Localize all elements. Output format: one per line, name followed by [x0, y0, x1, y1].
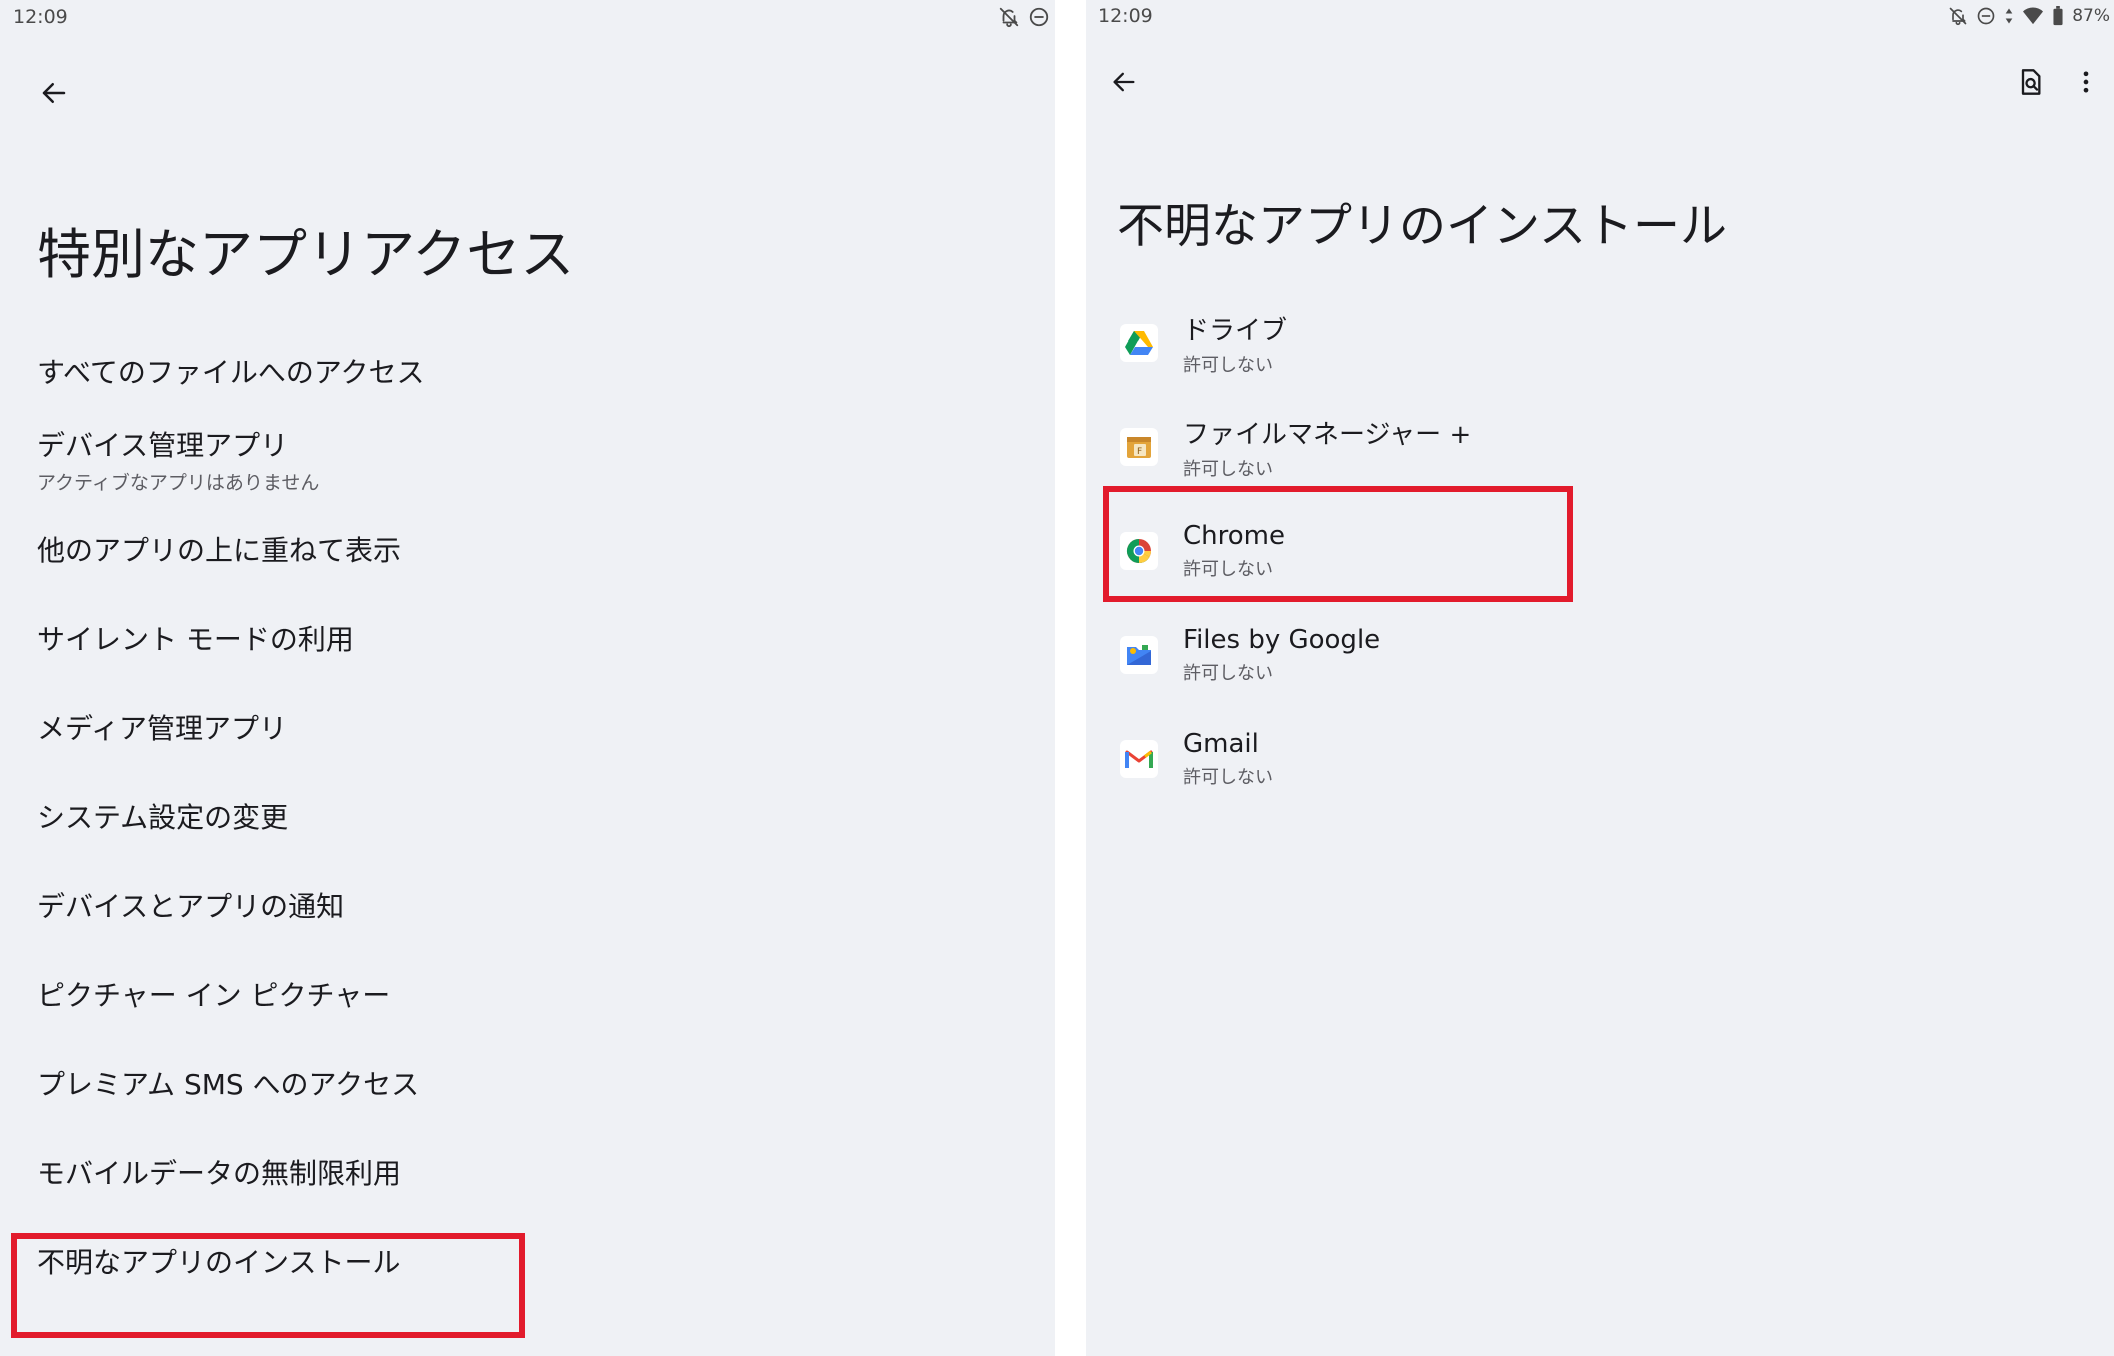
app-item-text: Gmail 許可しない [1183, 729, 1273, 789]
app-permission-status: 許可しない [1183, 458, 1273, 480]
more-options-button[interactable] [2058, 56, 2114, 112]
page-title: 不明なアプリのインストール [1117, 199, 1728, 254]
app-permission-status: 許可しない [1183, 559, 1273, 580]
list-item-label: デバイスとアプリの通知 [37, 889, 345, 923]
gmail-icon [1120, 740, 1158, 778]
app-name: Gmail [1183, 729, 1259, 759]
list-item-display-over-other-apps[interactable]: 他のアプリの上に重ねて表示 [0, 504, 1055, 593]
do-not-disturb-icon [1028, 6, 1050, 28]
app-item-chrome[interactable]: Chrome 許可しない [1086, 499, 2114, 603]
app-item-file-manager-plus[interactable]: F ファイルマネージャー + 許可しない [1086, 395, 2114, 499]
files-by-google-icon [1120, 636, 1158, 674]
app-permission-status: 許可しない [1183, 663, 1273, 684]
special-access-list: すべてのファイルへのアクセス デバイス管理アプリ アクティブなアプリはありません… [0, 326, 1055, 1305]
app-list: ドライブ 許可しない F ファイルマネージャー + 許可しない Chrome 許… [1086, 291, 2114, 811]
list-item-label: モバイルデータの無制限利用 [37, 1156, 402, 1190]
list-item-subtitle: アクティブなアプリはありません [37, 472, 320, 494]
chrome-icon [1120, 532, 1158, 570]
app-item-text: ドライブ 許可しない [1183, 310, 1287, 377]
app-item-files-by-google[interactable]: Files by Google 許可しない [1086, 603, 2114, 707]
app-name: Chrome [1183, 521, 1285, 551]
google-drive-icon [1120, 324, 1158, 362]
more-vert-icon [2072, 68, 2100, 100]
list-item-device-admin-apps[interactable]: デバイス管理アプリ アクティブなアプリはありません [0, 415, 1055, 504]
app-permission-status: 許可しない [1183, 767, 1273, 788]
wifi-icon [2022, 6, 2044, 26]
list-item-picture-in-picture[interactable]: ピクチャー イン ピクチャー [0, 949, 1055, 1038]
svg-text:F: F [1137, 447, 1142, 457]
battery-level: 87% [2072, 6, 2110, 26]
list-item-media-management-apps[interactable]: メディア管理アプリ [0, 682, 1055, 771]
list-item-label: サイレント モードの利用 [37, 622, 354, 656]
notifications-off-icon [998, 6, 1020, 28]
list-item-label: 他のアプリの上に重ねて表示 [37, 533, 402, 567]
app-permission-status: 許可しない [1183, 354, 1273, 376]
app-name: ファイルマネージャー + [1183, 419, 1472, 450]
arrow-back-icon [1110, 68, 1138, 100]
search-in-page-icon [2016, 68, 2044, 100]
list-item-unrestricted-data[interactable]: モバイルデータの無制限利用 [0, 1127, 1055, 1216]
list-item-label: ピクチャー イン ピクチャー [37, 978, 391, 1012]
data-arrows-icon [2004, 6, 2014, 26]
notifications-off-icon [1948, 6, 1968, 26]
app-item-text: Chrome 許可しない [1183, 521, 1285, 581]
list-item-label: メディア管理アプリ [37, 711, 288, 745]
app-item-text: Files by Google 許可しない [1183, 625, 1380, 685]
file-manager-plus-icon: F [1120, 428, 1158, 466]
list-item-label: デバイス管理アプリ [37, 429, 289, 462]
do-not-disturb-icon [1976, 6, 1996, 26]
list-item-install-unknown-apps[interactable]: 不明なアプリのインストール [0, 1216, 1055, 1305]
back-button[interactable] [26, 67, 82, 123]
list-item-all-files-access[interactable]: すべてのファイルへのアクセス [0, 326, 1055, 415]
status-bar-time: 12:09 [13, 6, 68, 28]
list-item-do-not-disturb-access[interactable]: サイレント モードの利用 [0, 593, 1055, 682]
app-item-text: ファイルマネージャー + 許可しない [1183, 414, 1471, 481]
app-item-gmail[interactable]: Gmail 許可しない [1086, 707, 2114, 811]
list-item-label: 不明なアプリのインストール [37, 1245, 401, 1279]
list-item-device-app-notifications[interactable]: デバイスとアプリの通知 [0, 860, 1055, 949]
page-title: 特別なアプリアクセス [37, 223, 575, 286]
arrow-back-icon [39, 78, 69, 112]
app-name: Files by Google [1183, 625, 1381, 655]
app-name: ドライブ [1183, 315, 1288, 346]
status-bar-icons: 87% [1948, 6, 2110, 26]
status-bar-time: 12:09 [1098, 5, 1153, 27]
toolbar-actions [2002, 56, 2114, 112]
list-item-modify-system-settings[interactable]: システム設定の変更 [0, 771, 1055, 860]
list-item-label: プレミアム SMS へのアクセス [37, 1067, 420, 1101]
list-item-label: システム設定の変更 [37, 800, 289, 834]
app-item-drive[interactable]: ドライブ 許可しない [1086, 291, 2114, 395]
install-unknown-apps-screen: 12:09 87% 不明なアプリのインストール ドライブ 許可しない F ファイ… [1086, 0, 2114, 1356]
battery-icon [2052, 6, 2064, 26]
status-bar-icons [998, 6, 1050, 28]
back-button[interactable] [1096, 56, 1152, 112]
list-item-label: すべてのファイルへのアクセス [37, 355, 425, 389]
search-in-page-button[interactable] [2002, 56, 2058, 112]
special-app-access-screen: 12:09 特別なアプリアクセス すべてのファイルへのアクセス デバイス管理アプ… [0, 0, 1055, 1356]
list-item-premium-sms-access[interactable]: プレミアム SMS へのアクセス [0, 1038, 1055, 1127]
